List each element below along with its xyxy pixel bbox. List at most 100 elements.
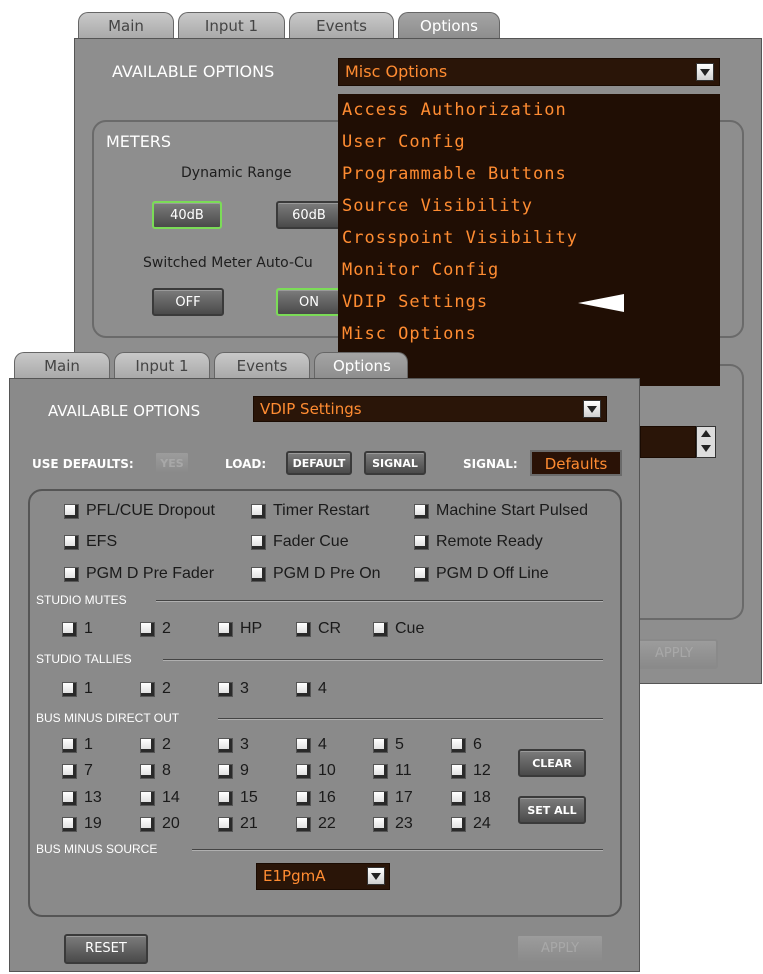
checkbox-icon[interactable] — [62, 681, 77, 697]
front-tab-main[interactable]: Main — [14, 352, 110, 378]
check-pgm-d-off-line[interactable]: PGM D Off Line — [414, 565, 549, 583]
check-pgm-d-pre-fader[interactable]: PGM D Pre Fader — [64, 565, 214, 583]
back-off-button[interactable]: OFF — [152, 288, 224, 316]
bus-out-23[interactable]: 23 — [373, 815, 413, 833]
bus-out-21[interactable]: 21 — [218, 815, 258, 833]
checkbox-icon[interactable] — [296, 816, 311, 832]
menu-item-source-visibility[interactable]: Source Visibility — [338, 190, 720, 222]
back-apply-button[interactable]: APPLY — [630, 639, 718, 669]
tally-1[interactable]: 1 — [62, 680, 93, 698]
bus-out-1[interactable]: 1 — [62, 736, 93, 754]
checkbox-icon[interactable] — [218, 763, 233, 779]
load-default-button[interactable]: DEFAULT — [286, 451, 352, 475]
menu-item-access-authorization[interactable]: Access Authorization — [338, 94, 720, 126]
reset-button[interactable]: RESET — [64, 934, 148, 964]
checkbox-icon[interactable] — [64, 534, 79, 550]
back-options-dropdown[interactable]: Misc Options — [338, 58, 720, 86]
checkbox-icon[interactable] — [251, 503, 266, 519]
back-tab-events[interactable]: Events — [289, 12, 394, 38]
checkbox-icon[interactable] — [64, 503, 79, 519]
checkbox-icon[interactable] — [373, 790, 388, 806]
bus-out-14[interactable]: 14 — [140, 789, 180, 807]
bus-out-9[interactable]: 9 — [218, 762, 249, 780]
menu-item-crosspoint-visibility[interactable]: Crosspoint Visibility — [338, 222, 720, 254]
front-tab-events[interactable]: Events — [214, 352, 310, 378]
checkbox-icon[interactable] — [140, 790, 155, 806]
checkbox-icon[interactable] — [140, 621, 155, 637]
mute-2[interactable]: 2 — [140, 620, 171, 638]
bus-out-18[interactable]: 18 — [451, 789, 491, 807]
use-defaults-yes-button[interactable]: YES — [154, 451, 190, 475]
checkbox-icon[interactable] — [251, 566, 266, 582]
bus-out-19[interactable]: 19 — [62, 815, 102, 833]
checkbox-icon[interactable] — [140, 763, 155, 779]
clear-button[interactable]: CLEAR — [518, 749, 586, 777]
menu-item-vdip-settings[interactable]: VDIP Settings — [338, 286, 720, 318]
checkbox-icon[interactable] — [218, 790, 233, 806]
bus-out-8[interactable]: 8 — [140, 762, 171, 780]
checkbox-icon[interactable] — [140, 681, 155, 697]
checkbox-icon[interactable] — [414, 503, 429, 519]
front-apply-button[interactable]: APPLY — [516, 934, 604, 964]
back-tab-input-1[interactable]: Input 1 — [178, 12, 285, 38]
chevron-up-icon[interactable] — [701, 430, 711, 437]
bus-out-2[interactable]: 2 — [140, 736, 171, 754]
tally-3[interactable]: 3 — [218, 680, 249, 698]
checkbox-icon[interactable] — [62, 763, 77, 779]
bus-out-5[interactable]: 5 — [373, 736, 404, 754]
checkbox-icon[interactable] — [296, 621, 311, 637]
bus-out-12[interactable]: 12 — [451, 762, 491, 780]
back-spinner[interactable] — [696, 426, 716, 458]
checkbox-icon[interactable] — [414, 566, 429, 582]
checkbox-icon[interactable] — [373, 763, 388, 779]
checkbox-icon[interactable] — [451, 763, 466, 779]
checkbox-icon[interactable] — [451, 816, 466, 832]
set-all-button[interactable]: SET ALL — [518, 796, 586, 824]
tally-2[interactable]: 2 — [140, 680, 171, 698]
tally-4[interactable]: 4 — [296, 680, 327, 698]
checkbox-icon[interactable] — [140, 816, 155, 832]
front-options-dropdown[interactable]: VDIP Settings — [253, 396, 607, 422]
bus-out-17[interactable]: 17 — [373, 789, 413, 807]
menu-item-programmable-buttons[interactable]: Programmable Buttons — [338, 158, 720, 190]
bus-out-24[interactable]: 24 — [451, 815, 491, 833]
bus-out-20[interactable]: 20 — [140, 815, 180, 833]
checkbox-icon[interactable] — [64, 566, 79, 582]
back-range-40db-button[interactable]: 40dB — [152, 201, 222, 229]
chevron-down-icon[interactable] — [367, 867, 385, 885]
checkbox-icon[interactable] — [62, 790, 77, 806]
chevron-down-icon[interactable] — [583, 400, 601, 418]
back-on-button[interactable]: ON — [276, 288, 342, 316]
chevron-down-icon[interactable] — [696, 63, 714, 81]
check-pfl-cue-dropout[interactable]: PFL/CUE Dropout — [64, 502, 215, 520]
check-remote-ready[interactable]: Remote Ready — [414, 533, 543, 551]
checkbox-icon[interactable] — [296, 790, 311, 806]
front-tab-input-1[interactable]: Input 1 — [114, 352, 210, 378]
load-signal-button[interactable]: SIGNAL — [364, 451, 426, 475]
check-pgm-d-pre-on[interactable]: PGM D Pre On — [251, 565, 381, 583]
back-range-60db-button[interactable]: 60dB — [276, 201, 342, 229]
checkbox-icon[interactable] — [218, 737, 233, 753]
checkbox-icon[interactable] — [62, 816, 77, 832]
bus-out-6[interactable]: 6 — [451, 736, 482, 754]
bus-out-3[interactable]: 3 — [218, 736, 249, 754]
chevron-down-icon[interactable] — [701, 445, 711, 452]
mute-cue[interactable]: Cue — [373, 620, 424, 638]
check-machine-start-pulsed[interactable]: Machine Start Pulsed — [414, 502, 588, 520]
checkbox-icon[interactable] — [218, 681, 233, 697]
mute-1[interactable]: 1 — [62, 620, 93, 638]
check-fader-cue[interactable]: Fader Cue — [251, 533, 349, 551]
checkbox-icon[interactable] — [140, 737, 155, 753]
back-lower-field[interactable] — [640, 426, 696, 458]
bus-out-10[interactable]: 10 — [296, 762, 336, 780]
checkbox-icon[interactable] — [218, 621, 233, 637]
check-efs[interactable]: EFS — [64, 533, 117, 551]
bus-out-7[interactable]: 7 — [62, 762, 93, 780]
mute-cr[interactable]: CR — [296, 620, 341, 638]
bus-out-22[interactable]: 22 — [296, 815, 336, 833]
checkbox-icon[interactable] — [451, 790, 466, 806]
checkbox-icon[interactable] — [373, 621, 388, 637]
checkbox-icon[interactable] — [296, 763, 311, 779]
front-tab-options[interactable]: Options — [314, 352, 408, 378]
menu-item-misc-options[interactable]: Misc Options — [338, 318, 720, 350]
